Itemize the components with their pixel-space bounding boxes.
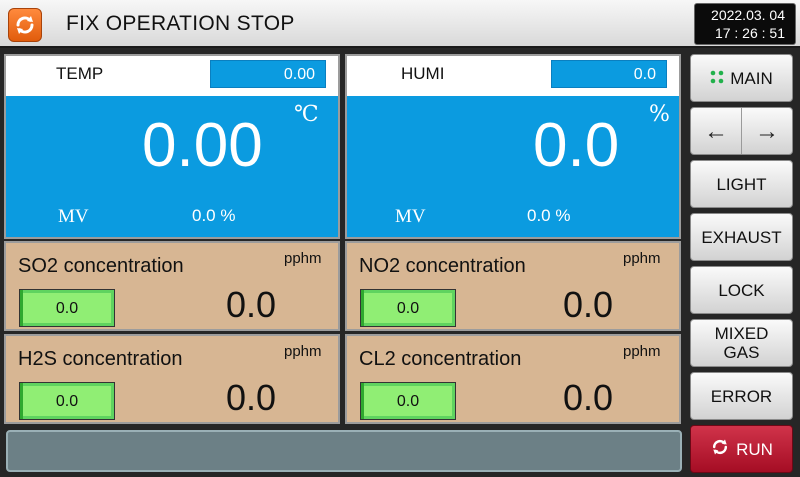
so2-label: SO2 concentration xyxy=(18,255,184,277)
no2-panel: NO2 concentration pphm 0.0 0.0 xyxy=(345,241,681,331)
nav-arrows: ← → xyxy=(690,107,793,155)
so2-unit: pphm xyxy=(284,250,322,267)
temp-label: TEMP xyxy=(56,64,104,83)
date-text: 2022.03. 04 xyxy=(711,7,785,23)
main-button-label: MAIN xyxy=(730,68,773,88)
so2-value: 0.0 xyxy=(226,284,277,325)
h2s-setpoint-input[interactable]: 0.0 xyxy=(19,382,115,420)
light-button[interactable]: LIGHT xyxy=(690,160,793,208)
header-bar: FIX OPERATION STOP 2022.03. 04 17 : 26 :… xyxy=(0,0,800,48)
cl2-value: 0.0 xyxy=(563,377,614,418)
mixed-gas-button[interactable]: MIXED GAS xyxy=(690,319,793,367)
humi-unit: % xyxy=(649,102,670,127)
page-title: FIX OPERATION STOP xyxy=(66,12,295,35)
so2-panel: SO2 concentration pphm 0.0 0.0 xyxy=(4,241,340,331)
refresh-icon[interactable] xyxy=(8,8,42,42)
no2-setpoint-input[interactable]: 0.0 xyxy=(360,289,456,327)
no2-value: 0.0 xyxy=(563,284,614,325)
so2-setpoint-input[interactable]: 0.0 xyxy=(19,289,115,327)
temp-panel: TEMP 0.00 0.00 ℃ MV 0.0 % xyxy=(4,54,340,239)
humi-setpoint[interactable]: 0.0 xyxy=(551,60,667,88)
humi-panel: HUMI 0.0 0.0 % MV 0.0 % xyxy=(345,54,681,239)
cl2-unit: pphm xyxy=(623,343,661,360)
h2s-unit: pphm xyxy=(284,343,322,360)
run-button-label: RUN xyxy=(736,439,773,459)
humi-mv-label: MV xyxy=(395,206,426,227)
refresh-icon xyxy=(710,437,730,461)
temp-value: 0.00 xyxy=(142,111,263,180)
lock-button[interactable]: LOCK xyxy=(690,266,793,314)
time-text: 17 : 26 : 51 xyxy=(714,25,785,41)
cl2-setpoint-input[interactable]: 0.0 xyxy=(360,382,456,420)
temp-unit: ℃ xyxy=(294,102,319,127)
h2s-label: H2S concentration xyxy=(18,348,183,370)
run-button[interactable]: RUN xyxy=(690,425,793,473)
no2-label: NO2 concentration xyxy=(359,255,526,277)
humi-value: 0.0 xyxy=(533,111,620,180)
main-button[interactable]: MAIN xyxy=(690,54,793,102)
arrow-left-icon[interactable]: ← xyxy=(691,108,741,154)
h2s-value: 0.0 xyxy=(226,377,277,418)
humi-mv-value: 0.0 % xyxy=(527,206,571,225)
temp-setpoint[interactable]: 0.00 xyxy=(210,60,326,88)
cl2-label: CL2 concentration xyxy=(359,348,522,370)
temp-mv-value: 0.0 % xyxy=(192,206,236,225)
mixed-gas-label-2: GAS xyxy=(723,343,760,362)
grid-dots-icon xyxy=(710,69,724,88)
cl2-panel: CL2 concentration pphm 0.0 0.0 xyxy=(345,334,681,424)
status-bar xyxy=(6,430,682,472)
h2s-panel: H2S concentration pphm 0.0 0.0 xyxy=(4,334,340,424)
temp-mv-label: MV xyxy=(58,206,89,227)
datetime-display: 2022.03. 04 17 : 26 : 51 xyxy=(694,3,796,45)
arrow-right-icon[interactable]: → xyxy=(741,108,792,154)
humi-label: HUMI xyxy=(401,64,445,83)
no2-unit: pphm xyxy=(623,250,661,267)
mixed-gas-label-1: MIXED xyxy=(714,324,769,343)
error-button[interactable]: ERROR xyxy=(690,372,793,420)
exhaust-button[interactable]: EXHAUST xyxy=(690,213,793,261)
